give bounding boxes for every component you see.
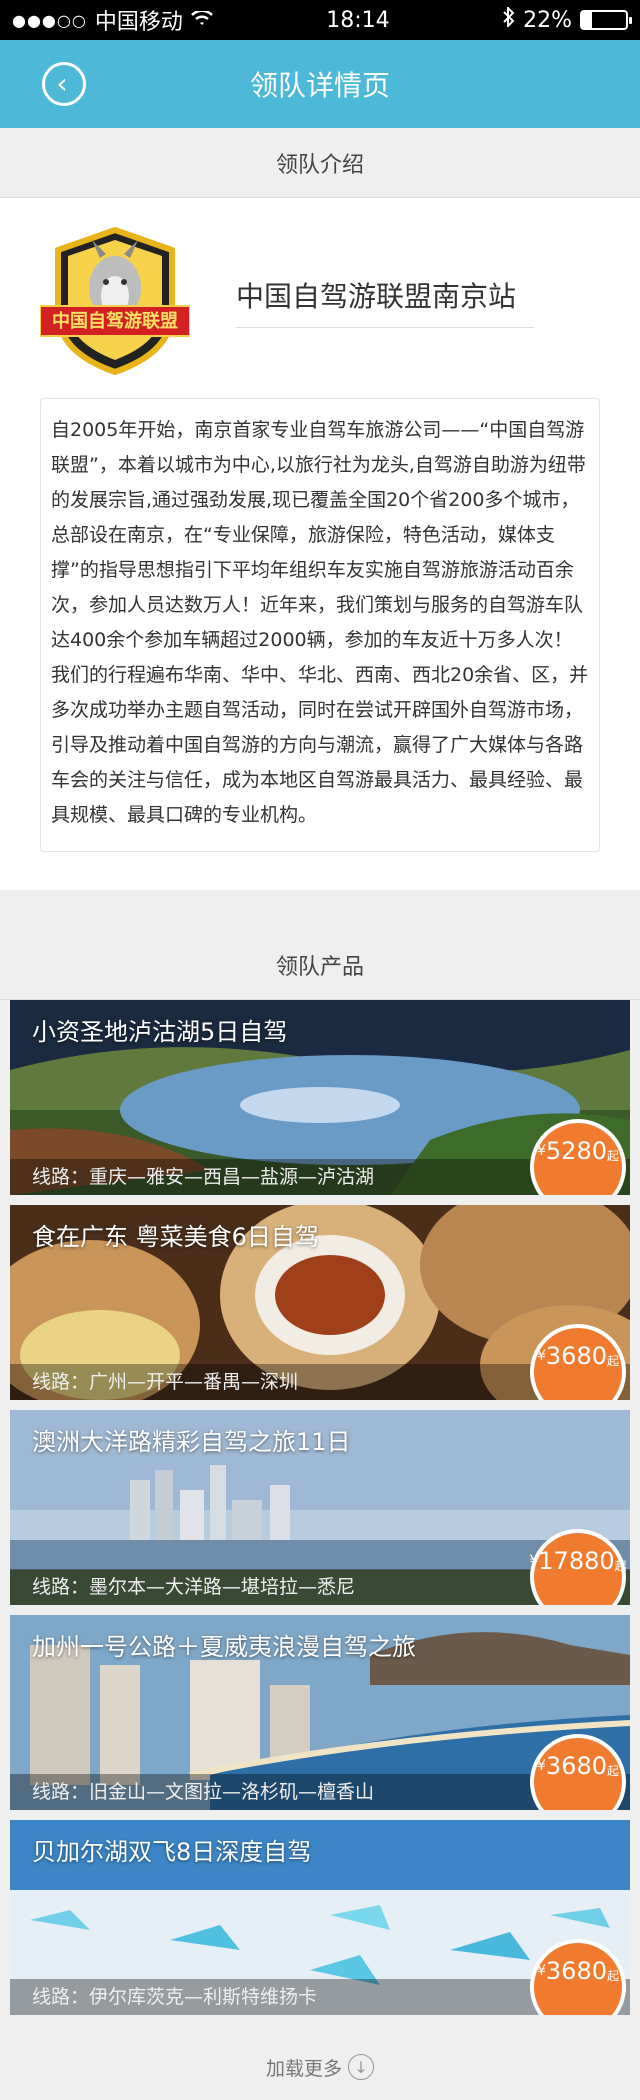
product-route: 线路：伊尔库茨克—利斯特维扬卡 <box>32 1986 318 2008</box>
product-title: 食在广东 粤菜美食6日自驾 <box>32 1223 319 1251</box>
page-title: 领队详情页 <box>249 69 390 102</box>
status-time: 18:14 <box>326 7 390 33</box>
intro-section-title: 领队介绍 <box>0 128 640 198</box>
product-title: 小资圣地泸沽湖5日自驾 <box>32 1018 288 1046</box>
load-more-label: 加载更多 <box>265 2057 342 2080</box>
product-card[interactable]: 加州一号公路＋夏威夷浪漫自驾之旅 线路：旧金山—文图拉—洛杉矶—檀香山 ¥368… <box>10 1615 630 1810</box>
product-route: 线路：旧金山—文图拉—洛杉矶—檀香山 <box>32 1781 375 1803</box>
logo-text: 中国自驾游联盟 <box>52 310 178 332</box>
signal-strength-icon: ●●●○○ <box>12 10 87 30</box>
carrier-name: 中国移动 <box>94 10 183 35</box>
product-route: 线路：墨尔本—大洋路—堪培拉—悉尼 <box>32 1576 356 1598</box>
product-card[interactable]: 食在广东 粤菜美食6日自驾 线路：广州—开平—番禺—深圳 ¥3680 起 <box>10 1205 630 1400</box>
product-card[interactable]: 澳洲大洋路精彩自驾之旅11日 线路：墨尔本—大洋路—堪培拉—悉尼 ¥17880 起 <box>10 1410 630 1605</box>
product-route: 线路：广州—开平—番禺—深圳 <box>32 1371 299 1393</box>
products-section-title: 领队产品 <box>0 930 640 1000</box>
down-arrow-circle-icon: ↓ <box>348 2054 374 2080</box>
product-card[interactable]: 贝加尔湖双飞8日深度自驾 线路：伊尔库茨克—利斯特维扬卡 ¥3680 起 <box>10 1820 630 2015</box>
status-bar: ●●●○○ 中国移动 18:14 22% <box>0 0 640 40</box>
battery-icon <box>579 10 632 30</box>
organization-name: 中国自驾游联盟南京站 <box>236 275 534 328</box>
intro-section: 中国自驾游联盟 中国自驾游联盟南京站 自2005年开始，南京首家专业自驾车旅游公… <box>0 198 640 890</box>
product-list: 小资圣地泸沽湖5日自驾 线路：重庆—雅安—西昌—盐源—泸沽湖 ¥5280 起 食在… <box>0 1000 640 2015</box>
battery-percent: 22% <box>523 7 572 33</box>
team-logo: 中国自驾游联盟 <box>39 226 191 376</box>
back-arrow-icon[interactable]: ‹ <box>42 62 86 106</box>
product-route: 线路：重庆—雅安—西昌—盐源—泸沽湖 <box>32 1166 375 1188</box>
product-card[interactable]: 小资圣地泸沽湖5日自驾 线路：重庆—雅安—西昌—盐源—泸沽湖 ¥5280 起 <box>10 1000 630 1195</box>
organization-description: 自2005年开始，南京首家专业自驾车旅游公司——“中国自驾游联盟”，本着以城市为… <box>40 398 600 852</box>
load-more-button[interactable]: 加载更多 ↓ <box>0 2025 640 2100</box>
navigation-bar: ‹ 领队详情页 <box>0 40 640 128</box>
wifi-icon <box>190 8 213 32</box>
product-title: 加州一号公路＋夏威夷浪漫自驾之旅 <box>32 1633 416 1661</box>
bluetooth-icon <box>503 5 515 33</box>
product-title: 贝加尔湖双飞8日深度自驾 <box>32 1838 312 1866</box>
product-title: 澳洲大洋路精彩自驾之旅11日 <box>32 1428 351 1456</box>
